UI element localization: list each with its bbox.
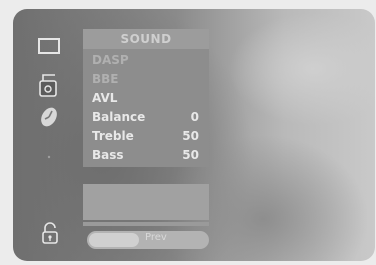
menu-title: SOUND bbox=[83, 29, 209, 49]
menu-item-value: 0 bbox=[190, 110, 199, 124]
dot-icon bbox=[43, 151, 55, 163]
clock-icon[interactable] bbox=[37, 105, 61, 129]
menu-item-bbe[interactable]: BBE bbox=[83, 70, 209, 89]
menu-item-balance[interactable]: Balance 0 bbox=[83, 108, 209, 127]
menu-item-label: AVL bbox=[92, 91, 118, 105]
menu-item-value: 50 bbox=[182, 129, 199, 143]
menu-item-label: Treble bbox=[92, 129, 134, 143]
menu-item-value: 50 bbox=[182, 148, 199, 162]
menu-list: DASP BBE AVL Balance 0 Treble 50 Bass 50 bbox=[83, 49, 209, 167]
prev-toggle[interactable]: Prev bbox=[87, 231, 209, 249]
lock-icon[interactable] bbox=[39, 221, 61, 245]
menu-item-label: Balance bbox=[92, 110, 146, 124]
screen-icon[interactable] bbox=[37, 36, 61, 56]
toggle-label: Prev bbox=[145, 232, 167, 243]
menu-item-bass[interactable]: Bass 50 bbox=[83, 146, 209, 165]
toggle-knob bbox=[89, 233, 139, 247]
menu-item-dasp[interactable]: DASP bbox=[83, 51, 209, 70]
help-box-lower bbox=[83, 222, 209, 226]
sound-icon[interactable] bbox=[37, 72, 61, 98]
menu-item-label: BBE bbox=[92, 72, 119, 86]
help-box bbox=[83, 184, 209, 220]
menu-item-avl[interactable]: AVL bbox=[83, 89, 209, 108]
menu-item-label: DASP bbox=[92, 53, 129, 67]
sound-menu: SOUND DASP BBE AVL Balance 0 Treble 50 B… bbox=[83, 29, 209, 167]
menu-item-label: Bass bbox=[92, 148, 124, 162]
osd-panel: SOUND DASP BBE AVL Balance 0 Treble 50 B… bbox=[13, 9, 375, 261]
menu-item-treble[interactable]: Treble 50 bbox=[83, 127, 209, 146]
